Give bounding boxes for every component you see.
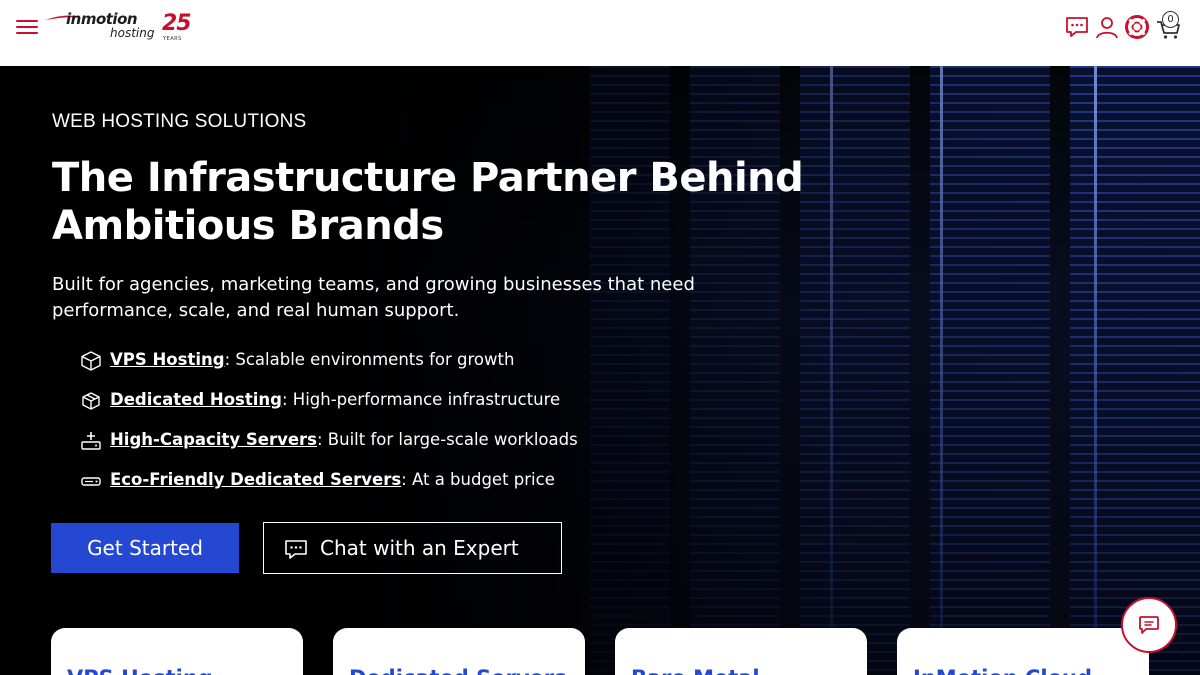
cart-count-badge: 0	[1162, 11, 1179, 28]
inmotion-logo[interactable]: inmotion hosting 25 YEARS	[46, 9, 196, 49]
logo-anniversary: 25	[162, 11, 192, 36]
hero-eyebrow: WEB HOSTING SOLUTIONS	[52, 111, 307, 132]
site-header: inmotion hosting 25 YEARS 0	[0, 0, 1200, 66]
product-card-cloud[interactable]: InMotion Cloud	[897, 628, 1149, 675]
chat-bubble-icon	[1139, 616, 1159, 634]
live-chat-button[interactable]	[1121, 597, 1177, 653]
logo-anniversary-label: YEARS	[163, 36, 182, 42]
account-icon[interactable]	[1094, 14, 1120, 40]
feature-list: VPS Hosting: Scalable environments for g…	[80, 346, 578, 506]
support-icon[interactable]	[1124, 14, 1150, 40]
feature-item-dedicated: Dedicated Hosting: High-performance infr…	[80, 386, 578, 426]
chat-icon[interactable]	[1064, 14, 1090, 40]
eco-friendly-servers-link[interactable]: Eco-Friendly Dedicated Servers	[110, 470, 401, 489]
server-drive-icon	[81, 477, 101, 486]
feature-description: : High-performance infrastructure	[281, 390, 561, 409]
feature-item-high-capacity: High-Capacity Servers: Built for large-s…	[80, 426, 578, 466]
hero-headline: The Infrastructure Partner Behind Ambiti…	[52, 155, 804, 249]
server-plus-icon	[81, 432, 101, 450]
chat-with-expert-button[interactable]: Chat with an Expert	[263, 522, 562, 574]
hero-section: WEB HOSTING SOLUTIONS The Infrastructure…	[0, 66, 1200, 675]
logo-subtitle: hosting	[110, 26, 155, 40]
product-card-dedicated[interactable]: Dedicated Servers	[333, 628, 585, 675]
menu-icon[interactable]	[16, 18, 38, 36]
feature-item-eco: Eco-Friendly Dedicated Servers: At a bud…	[80, 466, 578, 506]
feature-description: : At a budget price	[401, 470, 555, 489]
vps-hosting-link[interactable]: VPS Hosting	[110, 350, 225, 369]
product-card-bare-metal[interactable]: Bare Metal	[615, 628, 867, 675]
feature-item-vps: VPS Hosting: Scalable environments for g…	[80, 346, 578, 386]
card-title: Dedicated Servers	[349, 666, 567, 675]
card-title: VPS Hosting	[67, 666, 213, 675]
product-card-vps[interactable]: VPS Hosting	[51, 628, 303, 675]
chat-icon	[285, 540, 307, 559]
cube-icon	[81, 351, 101, 371]
get-started-button[interactable]: Get Started	[51, 523, 239, 573]
card-title: InMotion Cloud	[913, 666, 1092, 675]
box-icon	[82, 392, 100, 410]
high-capacity-servers-link[interactable]: High-Capacity Servers	[110, 430, 317, 449]
hero-subtext: Built for agencies, marketing teams, and…	[52, 274, 695, 321]
dedicated-hosting-link[interactable]: Dedicated Hosting	[110, 390, 282, 409]
feature-description: : Scalable environments for growth	[224, 350, 515, 369]
feature-description: : Built for large-scale workloads	[317, 430, 578, 449]
chat-with-expert-label: Chat with an Expert	[320, 536, 519, 560]
card-title: Bare Metal	[631, 666, 760, 675]
